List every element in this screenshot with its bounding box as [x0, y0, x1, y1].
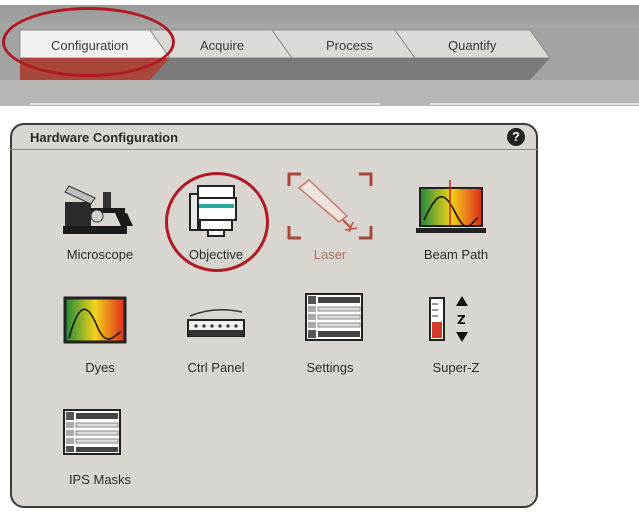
tool-label: Microscope — [66, 247, 134, 262]
tool-label: Laser — [313, 247, 347, 262]
tool-beam-path[interactable]: Beam Path — [406, 170, 506, 270]
microscope-icon — [63, 185, 133, 234]
svg-text:Z: Z — [457, 313, 466, 327]
tool-dyes[interactable]: Dyes — [50, 292, 150, 392]
tool-ctrl-panel[interactable]: Ctrl Panel — [166, 292, 266, 392]
panel-divider — [10, 149, 538, 150]
beam-path-icon — [416, 180, 486, 233]
tool-label: Dyes — [85, 360, 115, 375]
super-z-icon: Z — [429, 296, 468, 342]
laser-icon — [287, 172, 373, 240]
tool-label: Settings — [306, 360, 354, 375]
tool-label: Super-Z — [432, 360, 480, 375]
dyes-spectrum-icon — [63, 296, 127, 344]
ips-masks-icon — [63, 409, 121, 455]
tool-label: IPS Masks — [68, 472, 132, 487]
tool-settings[interactable]: Settings — [280, 292, 380, 392]
annotation-circle-objective — [165, 172, 269, 272]
tool-super-z[interactable]: Z Super-Z — [406, 292, 506, 392]
control-panel-icon — [187, 309, 245, 337]
tool-microscope[interactable]: Microscope — [50, 170, 150, 270]
tool-ips-masks[interactable]: IPS Masks — [50, 408, 150, 498]
settings-list-icon — [305, 293, 363, 341]
annotation-circle-configuration — [2, 7, 175, 77]
help-icon[interactable]: ? — [507, 128, 525, 146]
tab-acquire[interactable]: Acquire — [200, 38, 244, 53]
tool-laser[interactable]: Laser — [280, 170, 380, 270]
tool-label: Beam Path — [423, 247, 489, 262]
tool-label: Ctrl Panel — [187, 360, 245, 375]
tab-quantify[interactable]: Quantify — [448, 38, 496, 53]
tab-process[interactable]: Process — [326, 38, 373, 53]
panel-title: Hardware Configuration — [30, 130, 179, 145]
